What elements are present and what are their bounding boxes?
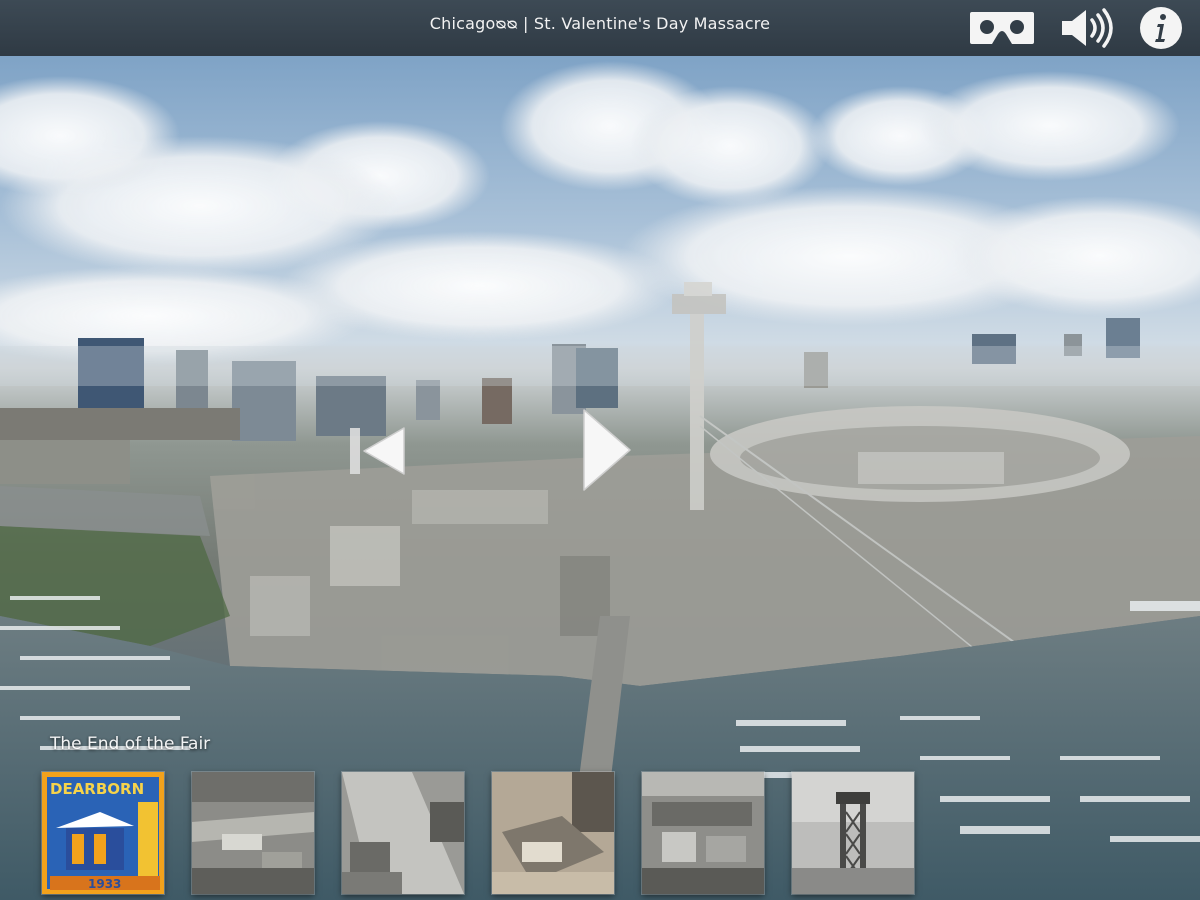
clouds: [0, 61, 1200, 366]
sound-button[interactable]: [1058, 6, 1118, 50]
thumbnail-harbor-photo[interactable]: [342, 772, 464, 894]
next-arrow[interactable]: [578, 408, 634, 492]
previous-arrow[interactable]: [360, 426, 408, 476]
arrow-left-icon: [363, 427, 405, 475]
aerial-photo-image: [192, 772, 314, 894]
scene-caption: The End of the Fair: [50, 734, 211, 754]
info-button[interactable]: [1134, 6, 1188, 50]
sky-ride-tower-image: [792, 772, 914, 894]
top-bar: Chicagoᴓᴓ | St. Valentine's Day Massacre: [0, 0, 1200, 56]
arrow-right-icon: [583, 409, 631, 491]
thumbnail-exposition-photo[interactable]: [642, 772, 764, 894]
harbor-photo-image: [342, 772, 464, 894]
dearborn-poster-image: DEARBORN 1933: [42, 772, 164, 894]
thumbnail-sky-ride-tower-photo[interactable]: [792, 772, 914, 894]
thumbnail-aerial-photo[interactable]: [192, 772, 314, 894]
thumbnail-strip: DEARBORN 1933: [40, 772, 920, 898]
exposition-photo-image: [642, 772, 764, 894]
info-icon: [1140, 7, 1182, 49]
speaker-volume-icon: [1062, 8, 1113, 48]
thumbnail-fairground-photo[interactable]: [492, 772, 614, 894]
vr-headset-button[interactable]: [968, 6, 1036, 50]
thumbnail-dearborn-poster[interactable]: DEARBORN 1933: [42, 772, 164, 894]
poster-title: DEARBORN: [50, 780, 144, 798]
fairground-photo-image: [492, 772, 614, 894]
vr-headset-icon: [970, 12, 1034, 44]
panorama-view[interactable]: The End of the Fair DEARBORN 1933: [0, 56, 1200, 900]
poster-year: 1933: [88, 877, 121, 891]
